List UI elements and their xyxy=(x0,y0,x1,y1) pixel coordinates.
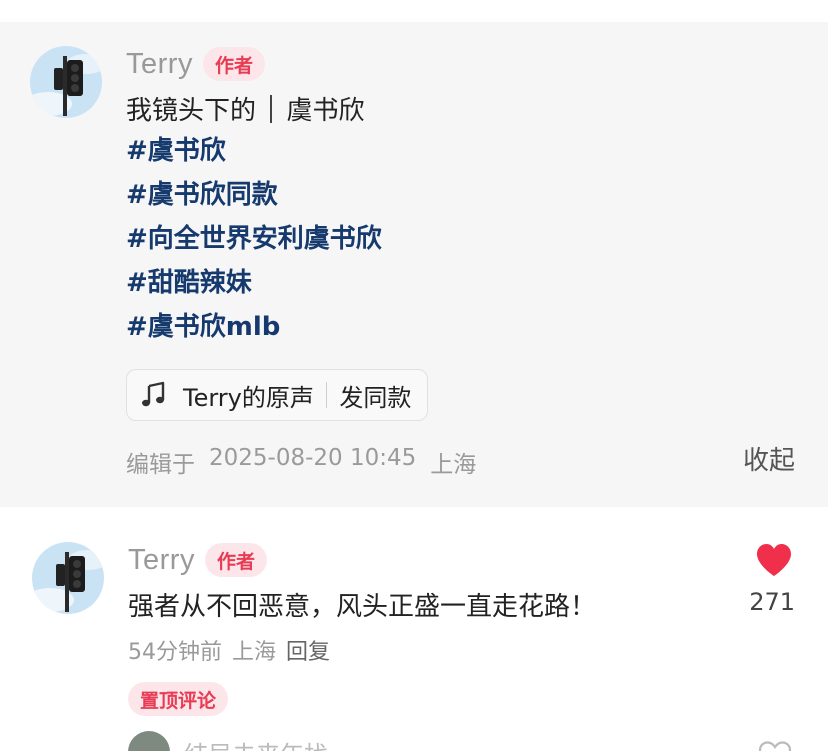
comment-text: 强者从不回恶意，风头正盛一直走花路！ xyxy=(128,592,597,622)
comment-author-name[interactable]: Terry xyxy=(128,544,195,577)
comment-author-avatar[interactable] xyxy=(32,542,104,614)
heart-filled-icon[interactable] xyxy=(755,542,793,578)
edited-label: 编辑于 xyxy=(126,452,195,478)
use-sound-button[interactable]: 发同款 xyxy=(339,378,411,413)
collapse-button[interactable]: 收起 xyxy=(743,440,795,477)
hashtag-link[interactable]: #虞书欣 xyxy=(126,134,382,178)
edited-time: 2025-08-20 10:45 xyxy=(209,445,417,471)
post-author-row: Terry 作者 xyxy=(126,46,265,82)
music-note-icon xyxy=(142,381,165,407)
post-title-left: 我镜头下的 xyxy=(126,96,257,126)
post-title: 我镜头下的 虞书欣 xyxy=(126,90,365,127)
hashtag-link[interactable]: #向全世界安利虞书欣 xyxy=(126,222,382,266)
comment-author-row: Terry 作者 xyxy=(128,542,267,578)
hashtag-link[interactable]: #虞书欣同款 xyxy=(126,178,382,222)
hashtag-link[interactable]: #甜酷辣妹 xyxy=(126,266,382,310)
pinned-comment-badge: 置顶评论 xyxy=(128,682,229,716)
hashtag-link[interactable]: #虞书欣mlb xyxy=(126,310,382,354)
next-comment-row: 结局未来年找 xyxy=(128,731,328,751)
original-sound-pill: Terry的原声 发同款 xyxy=(126,369,429,421)
next-comment-author[interactable]: 结局未来年找 xyxy=(184,735,328,751)
hashtag-list: #虞书欣 #虞书欣同款 #向全世界安利虞书欣 #甜酷辣妹 #虞书欣mlb xyxy=(126,134,382,354)
title-divider xyxy=(270,94,272,123)
heart-outline-icon[interactable] xyxy=(757,740,793,751)
post-author-avatar[interactable] xyxy=(30,46,102,118)
comment-meta: 54分钟前 上海 回复 xyxy=(128,634,340,666)
sound-divider xyxy=(325,382,328,408)
post-author-name[interactable]: Terry xyxy=(126,48,193,81)
post-title-right: 虞书欣 xyxy=(286,96,365,126)
post-card: Terry 作者 我镜头下的 虞书欣 #虞书欣 #虞书欣同款 #向全世界安利虞书… xyxy=(0,22,828,507)
traffic-light-avatar-icon xyxy=(30,46,102,118)
traffic-light-avatar-icon xyxy=(32,542,104,614)
comment-location: 上海 xyxy=(232,640,277,665)
post-location: 上海 xyxy=(430,452,477,478)
post-meta: 编辑于 2025-08-20 10:45 上海 xyxy=(126,445,490,479)
next-comment-avatar[interactable] xyxy=(128,731,170,751)
sound-name-link[interactable]: Terry的原声 xyxy=(183,378,314,413)
like-count: 271 xyxy=(749,588,795,616)
comment-time: 54分钟前 xyxy=(128,640,222,665)
reply-button[interactable]: 回复 xyxy=(286,634,330,666)
author-badge: 作者 xyxy=(204,543,267,577)
author-badge: 作者 xyxy=(202,47,265,81)
